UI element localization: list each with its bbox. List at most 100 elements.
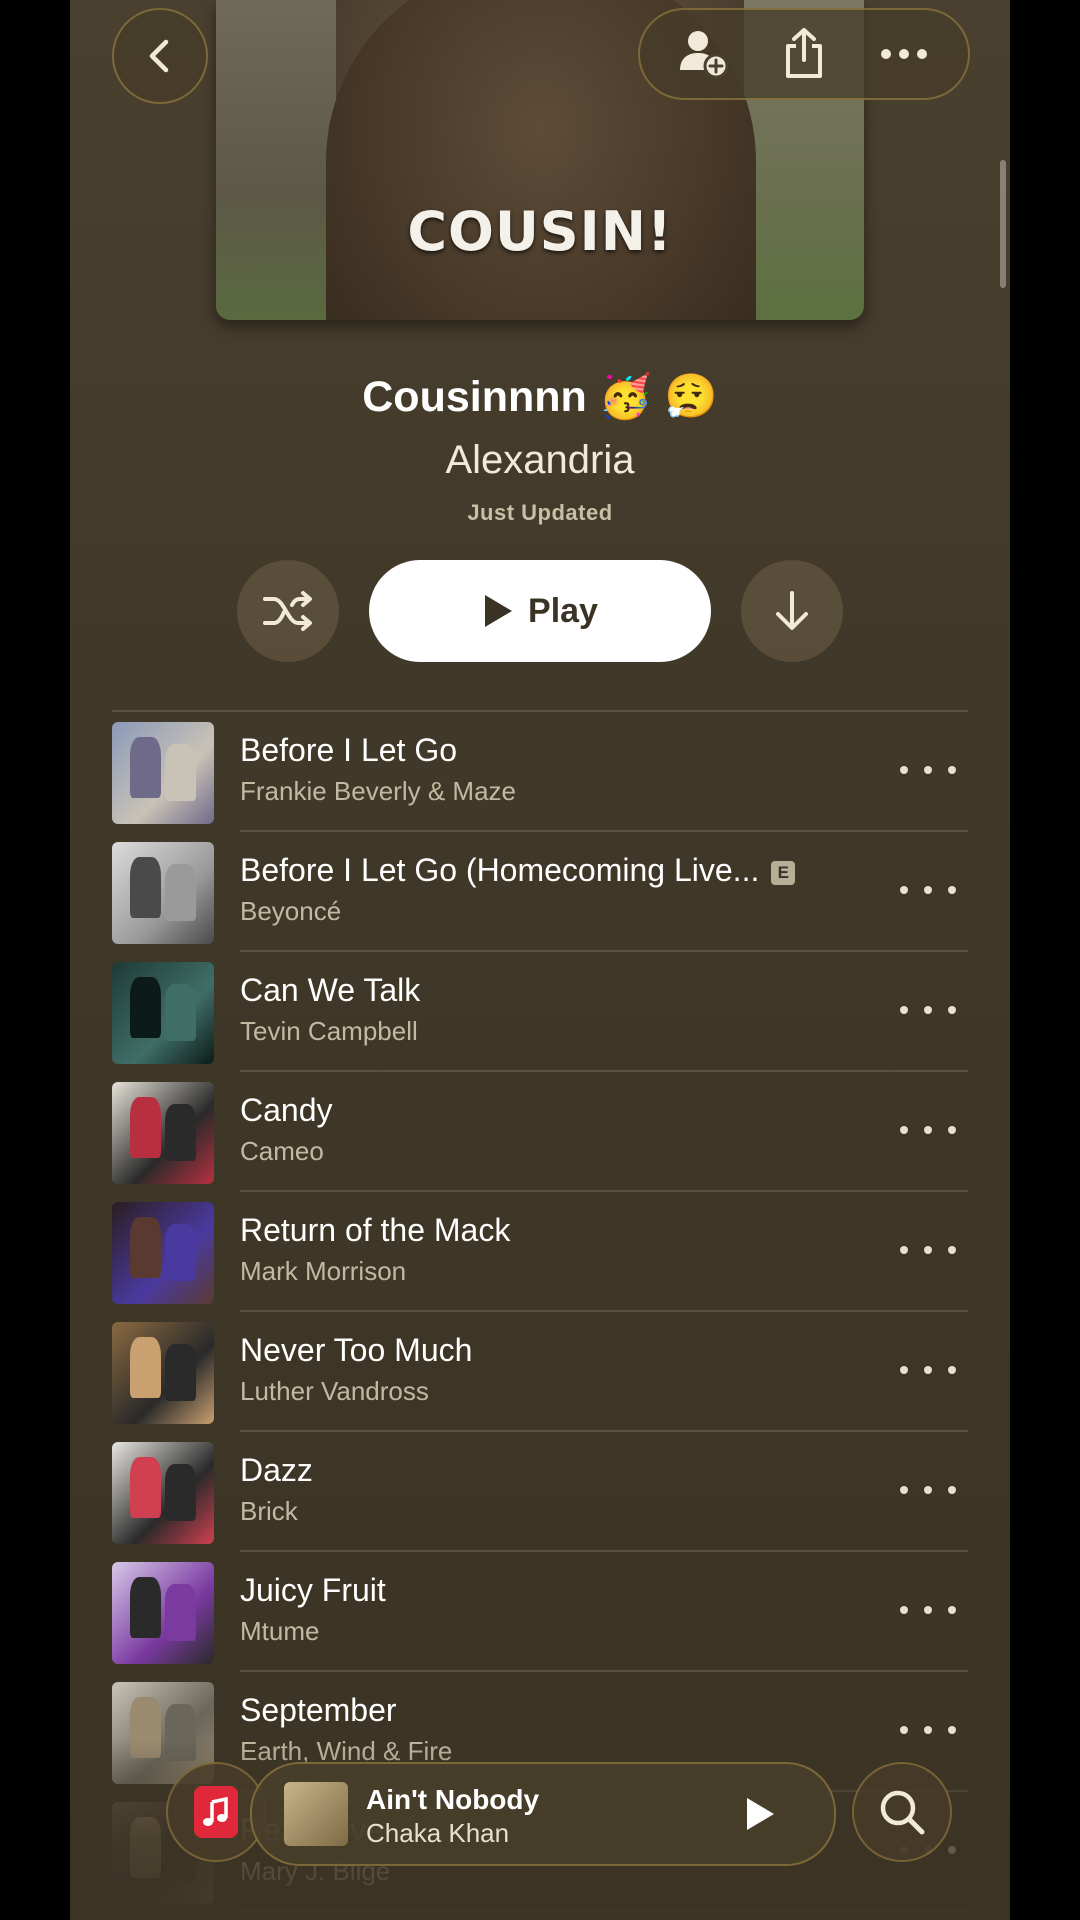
ellipsis-dot xyxy=(900,1486,908,1494)
track-row[interactable]: Dazz Brick xyxy=(112,1432,968,1552)
explicit-badge: E xyxy=(771,861,796,885)
app-screen: COUSIN! Cousinnnn 🥳 😮‍ xyxy=(70,0,1010,1920)
playlist-owner[interactable]: Alexandria xyxy=(70,438,1010,483)
ellipsis-dot xyxy=(948,1126,956,1134)
track-artist: Luther Vandross xyxy=(240,1376,429,1406)
ellipsis-dot xyxy=(948,1006,956,1014)
ellipsis-dot xyxy=(948,886,956,894)
track-title-text: September xyxy=(240,1692,397,1728)
track-title-text: Candy xyxy=(240,1092,333,1128)
more-options-button[interactable] xyxy=(869,19,939,89)
ellipsis-dot xyxy=(900,1006,908,1014)
track-row[interactable]: Juicy Fruit Mtume xyxy=(112,1552,968,1672)
artwork-figure xyxy=(130,1097,161,1159)
share-button[interactable] xyxy=(769,19,839,89)
track-artwork xyxy=(112,1322,214,1424)
track-artwork xyxy=(112,1202,214,1304)
artwork-figure xyxy=(130,1457,161,1519)
ellipsis-dot xyxy=(900,886,908,894)
track-row[interactable]: Candy Cameo xyxy=(112,1072,968,1192)
person-add-icon xyxy=(680,31,729,79)
ellipsis-dot xyxy=(924,1606,932,1614)
track-title: Juicy Fruit xyxy=(240,1572,386,1609)
track-more-button[interactable] xyxy=(898,1470,958,1510)
artwork-figure xyxy=(130,737,161,799)
music-app-icon xyxy=(194,1786,238,1838)
track-artist: Frankie Beverly & Maze xyxy=(240,776,516,806)
track-artwork xyxy=(112,1442,214,1544)
track-row[interactable]: Before I Let Go (Homecoming Live... E Beyo… xyxy=(112,832,968,952)
ellipsis-dot xyxy=(924,1246,932,1254)
ellipsis-dot xyxy=(900,766,908,774)
track-title-text: Dazz xyxy=(240,1452,313,1488)
track-title-text: Never Too Much xyxy=(240,1332,473,1368)
track-more-button[interactable] xyxy=(898,870,958,910)
artwork-figure xyxy=(130,977,161,1039)
track-more-button[interactable] xyxy=(898,1590,958,1630)
add-collaborator-button[interactable] xyxy=(669,19,739,89)
cover-background-left xyxy=(216,0,336,320)
ellipsis-dot xyxy=(924,1006,932,1014)
playlist-title: Cousinnnn 🥳 😮‍💨 xyxy=(362,373,718,421)
artwork-figure xyxy=(165,1104,196,1161)
cover-caption: COUSIN! xyxy=(407,200,673,263)
artwork-figure xyxy=(165,1224,196,1281)
track-more-button[interactable] xyxy=(898,990,958,1030)
search-icon xyxy=(880,1790,925,1835)
track-more-button[interactable] xyxy=(898,1230,958,1270)
mini-player[interactable]: Ain't Nobody Chaka Khan xyxy=(250,1762,836,1866)
ellipsis-dot xyxy=(948,1366,956,1374)
track-artwork xyxy=(112,842,214,944)
artwork-figure xyxy=(165,984,196,1041)
ellipsis-dot xyxy=(948,1486,956,1494)
arrow-down-icon xyxy=(776,591,808,630)
track-row[interactable]: Before I Let Go Frankie Beverly & Maze xyxy=(112,712,968,832)
track-artwork xyxy=(112,1082,214,1184)
track-artist: Tevin Campbell xyxy=(240,1016,418,1046)
ellipsis-dot xyxy=(948,1246,956,1254)
top-actions xyxy=(638,8,970,100)
chevron-left-icon xyxy=(149,39,169,73)
download-button[interactable] xyxy=(741,560,843,662)
ellipsis-dot xyxy=(924,1126,932,1134)
play-icon xyxy=(485,595,513,627)
artwork-figure xyxy=(165,1464,196,1521)
search-button[interactable] xyxy=(852,1762,952,1862)
track-more-button[interactable] xyxy=(898,1110,958,1150)
track-title: Before I Let Go (Homecoming Live... E xyxy=(240,852,796,889)
track-row[interactable]: Return of the Mack Mark Morrison xyxy=(112,1192,968,1312)
ellipsis-dot xyxy=(948,1606,956,1614)
track-more-button[interactable] xyxy=(898,1350,958,1390)
shuffle-button[interactable] xyxy=(237,560,339,662)
now-playing-artist: Chaka Khan xyxy=(366,1818,510,1848)
track-artist: Cameo xyxy=(240,1136,324,1166)
playlist-status: Just Updated xyxy=(467,500,613,525)
ellipsis-dot xyxy=(924,766,932,774)
ellipsis-icon xyxy=(881,49,927,59)
track-title-text: Juicy Fruit xyxy=(240,1572,386,1608)
artwork-figure xyxy=(130,1577,161,1639)
ellipsis-dot xyxy=(924,1726,932,1734)
play-button[interactable]: Play xyxy=(369,560,711,662)
track-more-button[interactable] xyxy=(898,750,958,790)
track-title: Dazz xyxy=(240,1452,313,1489)
now-playing-artwork xyxy=(284,1782,348,1846)
ellipsis-dot xyxy=(948,766,956,774)
artwork-figure xyxy=(165,864,196,921)
back-button[interactable] xyxy=(112,8,208,104)
play-icon xyxy=(747,1798,774,1830)
track-artwork xyxy=(112,1562,214,1664)
track-title-text: Return of the Mack xyxy=(240,1212,511,1248)
track-row[interactable]: Never Too Much Luther Vandross xyxy=(112,1312,968,1432)
track-artwork xyxy=(112,962,214,1064)
track-artist: Mtume xyxy=(240,1616,320,1646)
ellipsis-dot xyxy=(900,1126,908,1134)
scrollbar[interactable] xyxy=(1000,160,1006,288)
mini-play-button[interactable] xyxy=(740,1794,780,1834)
track-title-text: Before I Let Go (Homecoming Live... xyxy=(240,852,760,888)
artwork-figure xyxy=(165,1584,196,1641)
track-row[interactable]: Can We Talk Tevin Campbell xyxy=(112,952,968,1072)
ellipsis-dot xyxy=(948,1726,956,1734)
ellipsis-dot xyxy=(924,886,932,894)
track-title-text: Can We Talk xyxy=(240,972,421,1008)
